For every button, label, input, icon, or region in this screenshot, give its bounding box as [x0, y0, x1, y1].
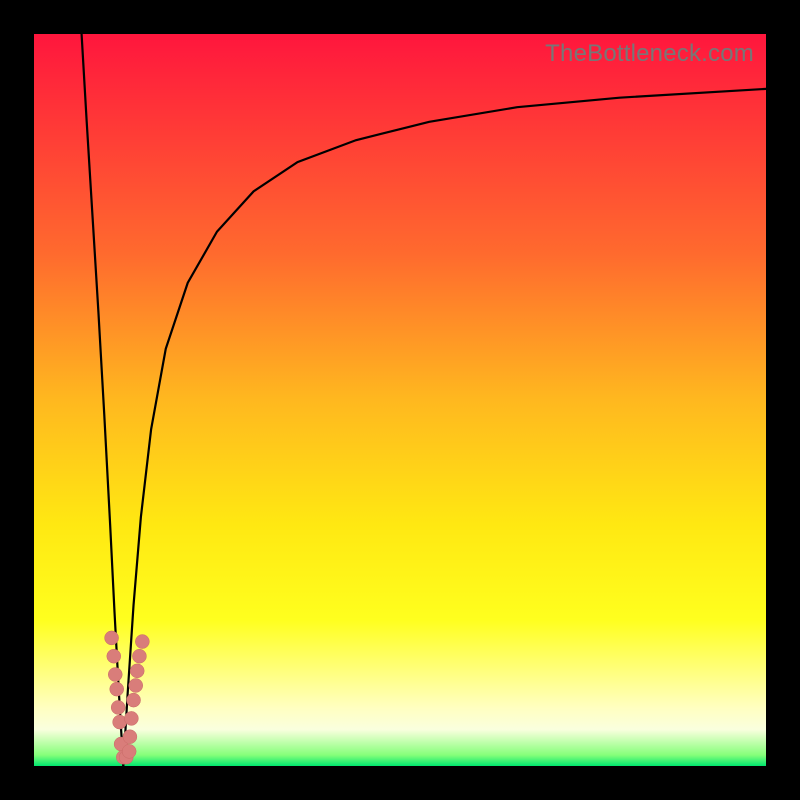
plot-area: TheBottleneck.com: [34, 34, 766, 766]
chart-frame: TheBottleneck.com: [0, 0, 800, 800]
data-marker: [105, 631, 119, 645]
data-marker: [108, 668, 122, 682]
data-marker: [135, 635, 149, 649]
data-marker: [111, 700, 125, 714]
data-marker: [127, 693, 141, 707]
data-marker: [123, 730, 137, 744]
data-marker: [129, 678, 143, 692]
data-marker: [132, 649, 146, 663]
data-marker: [130, 664, 144, 678]
data-marker: [110, 682, 124, 696]
chart-svg: [34, 34, 766, 766]
data-marker: [122, 744, 136, 758]
data-marker: [107, 649, 121, 663]
marker-group: [105, 631, 150, 764]
data-marker: [124, 711, 138, 725]
curve-right-branch: [123, 89, 766, 766]
